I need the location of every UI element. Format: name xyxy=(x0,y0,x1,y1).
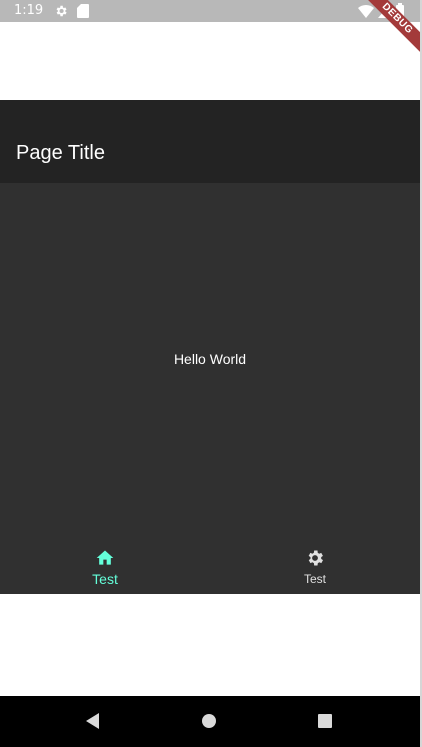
bottom-navigation-bar: Test Test xyxy=(0,539,420,594)
nav-item-home[interactable]: Test xyxy=(0,539,210,594)
settings-icon xyxy=(308,550,323,566)
nav-item-label: Test xyxy=(303,572,326,586)
hello-text: Hello World xyxy=(173,351,247,367)
status-bar: 1:19 xyxy=(0,0,420,22)
wifi-icon xyxy=(358,5,374,18)
recents-icon[interactable] xyxy=(316,712,334,730)
back-icon[interactable] xyxy=(84,712,102,730)
page-title: Page Title xyxy=(16,142,105,164)
system-navigation-bar xyxy=(0,696,420,747)
home-circle-icon[interactable] xyxy=(200,712,218,730)
app-screen: 1:19 DEBUG Page Title Hello World Test T… xyxy=(0,0,422,747)
app-bar: Page Title xyxy=(0,100,420,183)
main-content: Hello World xyxy=(0,183,420,539)
nav-item-label: Test xyxy=(92,571,118,587)
status-time: 1:19 xyxy=(14,3,44,18)
home-icon xyxy=(96,550,114,565)
gear-icon xyxy=(56,5,67,17)
nav-item-settings[interactable]: Test xyxy=(210,539,420,594)
sd-card-icon xyxy=(77,4,89,18)
